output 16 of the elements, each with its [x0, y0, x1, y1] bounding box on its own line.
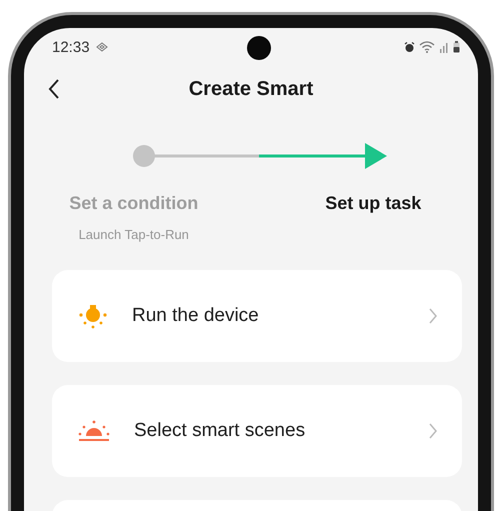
sunrise-icon — [78, 419, 110, 443]
alarm-icon — [404, 42, 415, 52]
diamond-icon — [96, 42, 108, 52]
step-subtitle: Launch Tap-to-Run — [78, 227, 189, 242]
step-label: Set a condition — [69, 193, 198, 214]
page-title: Create Smart — [188, 78, 314, 100]
status-time: 12:33 — [52, 38, 90, 56]
chevron-right-icon — [428, 423, 438, 439]
battery-icon — [453, 41, 460, 53]
wifi-icon — [419, 41, 435, 53]
camera-icon — [247, 36, 271, 60]
action-card[interactable]: Run the device — [52, 270, 462, 362]
chevron-right-icon — [428, 308, 438, 324]
step-label: Set up task — [325, 193, 422, 214]
action-card[interactable]: Select smart scenes — [52, 385, 462, 477]
signal-icon — [439, 42, 449, 52]
